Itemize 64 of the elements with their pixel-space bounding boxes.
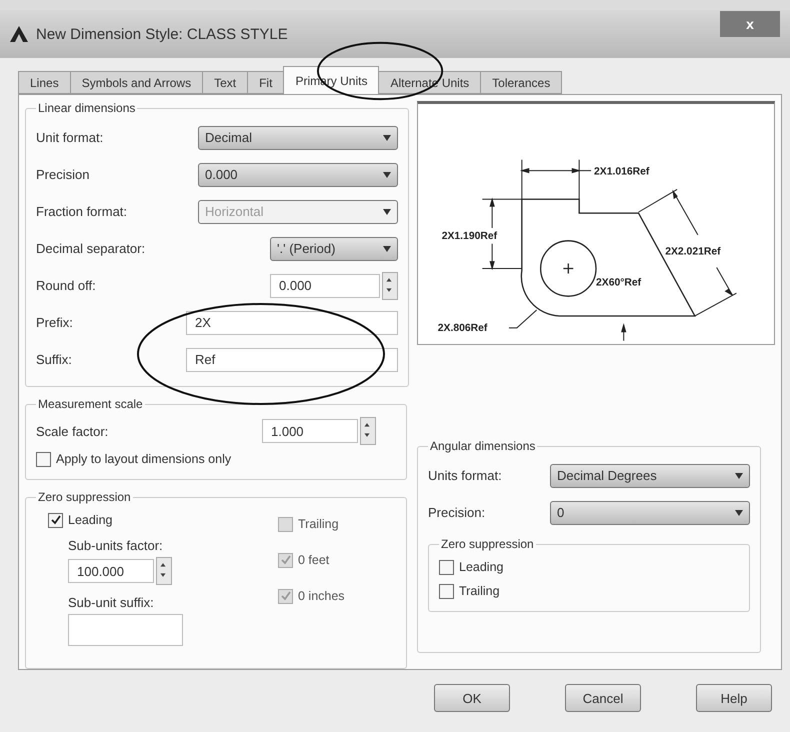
caret-icon <box>383 172 391 178</box>
input-field[interactable] <box>68 614 183 646</box>
input-field[interactable]: 0.000 <box>270 274 380 298</box>
caret-icon <box>383 134 391 140</box>
checkbox-label: Leading <box>459 560 504 574</box>
dropdown[interactable]: 0.000 <box>198 162 398 186</box>
caret-icon <box>735 472 743 478</box>
field-label: Decimal separator: <box>36 241 146 256</box>
checkbox-label: 0 inches <box>298 589 345 603</box>
caret-icon <box>383 208 391 214</box>
checkbox[interactable] <box>439 584 454 598</box>
field-label: Scale factor: <box>36 424 110 438</box>
dialog-button[interactable]: Cancel <box>565 684 641 712</box>
group-title: Measurement scale <box>37 397 144 411</box>
dropdown[interactable]: Decimal Degrees <box>550 464 750 488</box>
dimension-label: 2X.806Ref <box>438 322 488 334</box>
field-label: Units format: <box>428 468 503 483</box>
caret-icon <box>735 510 743 516</box>
field-label: Unit format: <box>36 130 104 145</box>
input-field[interactable]: 2X <box>186 310 398 334</box>
group-title: Angular dimensions <box>429 439 536 453</box>
spinner-arrows[interactable] <box>156 557 172 585</box>
checkbox[interactable] <box>36 452 51 466</box>
group-title: Linear dimensions <box>37 101 136 115</box>
dialog-button[interactable]: Help <box>696 684 772 712</box>
spinner-arrows[interactable] <box>382 272 398 300</box>
field-label: Fraction format: <box>36 204 128 219</box>
checkbox-label: 0 feet <box>298 553 330 567</box>
field-label: Precision: <box>428 505 486 520</box>
field-label: Round off: <box>36 278 97 293</box>
checkbox-label: Trailing <box>459 584 500 598</box>
group-title: Zero suppression <box>37 490 132 504</box>
tab[interactable]: Symbols and Arrows <box>70 71 204 94</box>
dropdown[interactable]: 0 <box>550 500 750 524</box>
field-label: Suffix: <box>36 352 73 367</box>
tab[interactable]: Text <box>202 71 248 94</box>
field-label: Sub-unit suffix: <box>68 595 155 610</box>
input-field[interactable]: Ref <box>186 348 398 372</box>
caret-icon <box>383 246 391 252</box>
dimension-label: 2X2.021Ref <box>665 246 721 258</box>
field-label: Sub-units factor: <box>68 538 164 553</box>
checkbox[interactable] <box>439 560 454 574</box>
dimension-label: 2X1.190Ref <box>442 230 498 242</box>
tab[interactable]: Fit <box>247 71 284 94</box>
close-button[interactable]: x <box>720 11 780 37</box>
group-title: Zero suppression <box>440 537 535 551</box>
dialog-button[interactable]: OK <box>434 684 510 712</box>
field-label: Precision <box>36 167 90 182</box>
input-field[interactable]: 100.000 <box>68 559 154 583</box>
checkbox-label: Trailing <box>298 517 339 531</box>
checkbox[interactable] <box>48 512 63 528</box>
window-title: New Dimension Style: CLASS STYLE <box>36 26 289 42</box>
field-label: Prefix: <box>36 315 74 330</box>
spinner-arrows[interactable] <box>360 417 376 445</box>
checkbox-label: Leading <box>68 513 112 527</box>
checkbox-label: Apply to layout dimensions only <box>56 452 232 466</box>
tab[interactable]: Tolerances <box>480 71 562 94</box>
input-field[interactable]: 1.000 <box>262 419 358 443</box>
dimension-label: 2X1.016Ref <box>594 166 650 178</box>
app-logo-icon <box>10 26 28 42</box>
dimension-label: 2X60°Ref <box>596 277 642 288</box>
tab[interactable]: Lines <box>18 71 71 94</box>
dropdown[interactable]: '.' (Period) <box>270 236 398 260</box>
dropdown[interactable]: Decimal <box>198 126 398 150</box>
